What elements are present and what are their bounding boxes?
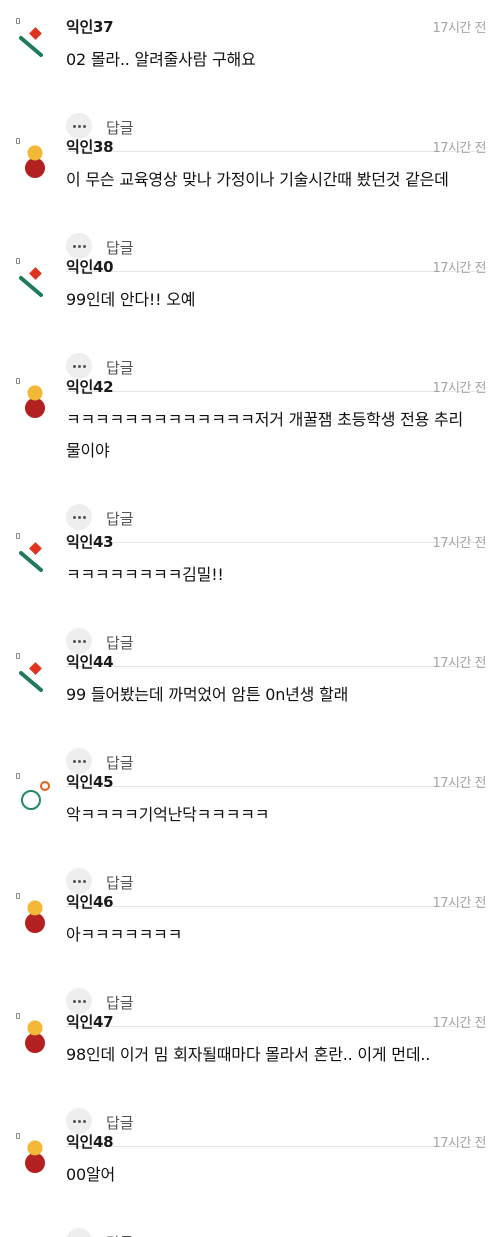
comment-author[interactable]: 익인48 xyxy=(66,1131,114,1152)
comment-text: ㅋㅋㅋㅋㅋㅋㅋㅋ김밀!! xyxy=(66,565,224,584)
yellow-red-figure-icon[interactable] xyxy=(18,1139,52,1173)
comment-time: 17시간 전 xyxy=(432,776,486,791)
comment-author[interactable]: 익인47 xyxy=(66,1011,114,1032)
more-options-button[interactable] xyxy=(66,1228,92,1237)
divider xyxy=(66,906,486,907)
more-options-button[interactable] xyxy=(66,504,92,530)
yellow-red-figure-icon[interactable] xyxy=(18,899,52,933)
comment-time: 17시간 전 xyxy=(432,21,486,36)
dot-icon xyxy=(82,639,86,643)
reply-button[interactable]: 답글 xyxy=(106,237,134,258)
comment-time: 17시간 전 xyxy=(432,261,486,276)
comment-author[interactable]: 익인40 xyxy=(66,256,114,277)
dot-icon xyxy=(82,124,86,128)
comment-time: 17시간 전 xyxy=(432,656,486,671)
comment-time: 17시간 전 xyxy=(432,1016,486,1031)
reply-button[interactable]: 답글 xyxy=(106,632,134,653)
dot-icon xyxy=(77,515,81,519)
comment-author[interactable]: 익인38 xyxy=(66,136,114,157)
dot-icon xyxy=(72,879,76,883)
comment-text: 이 무슨 교육영상 맞나 가정이나 기술시간때 봤던것 같은데 xyxy=(66,170,449,189)
yellow-red-figure-icon[interactable] xyxy=(18,1019,52,1053)
divider xyxy=(66,666,486,667)
divider xyxy=(66,542,486,543)
comment-time: 17시간 전 xyxy=(432,141,486,156)
comment-author[interactable]: 익인37 xyxy=(66,16,114,37)
divider xyxy=(66,391,486,392)
dot-icon xyxy=(72,515,76,519)
dot-icon xyxy=(82,879,86,883)
dot-icon xyxy=(82,999,86,1003)
comment-time: 17시간 전 xyxy=(432,896,486,911)
comment-text: 99 들어봤는데 까먹었어 암튼 0n년생 할래 xyxy=(66,685,349,704)
dot-icon xyxy=(72,639,76,643)
dot-icon xyxy=(77,759,81,763)
dot-icon xyxy=(72,244,76,248)
reply-button[interactable]: 답글 xyxy=(106,117,134,138)
divider xyxy=(66,1026,486,1027)
dot-icon xyxy=(72,759,76,763)
yellow-red-figure-icon[interactable] xyxy=(18,144,52,178)
dot-icon xyxy=(82,515,86,519)
green-red-pennant-icon[interactable] xyxy=(18,659,52,693)
comment-author[interactable]: 익인42 xyxy=(66,376,114,397)
divider xyxy=(66,151,486,152)
dot-icon xyxy=(77,244,81,248)
reply-button[interactable]: 답글 xyxy=(106,1232,134,1237)
dot-icon xyxy=(82,1119,86,1123)
dot-icon xyxy=(82,759,86,763)
comment-text: 00알어 xyxy=(66,1165,115,1184)
comment-time: 17시간 전 xyxy=(432,536,486,551)
green-red-pennant-icon[interactable] xyxy=(18,264,52,298)
dot-icon xyxy=(72,124,76,128)
dot-icon xyxy=(72,999,76,1003)
reply-button[interactable]: 답글 xyxy=(106,508,134,529)
dot-icon xyxy=(77,1119,81,1123)
comment-time: 17시간 전 xyxy=(432,1136,486,1151)
comment-text: 악ㅋㅋㅋㅋ기억난닥ㅋㅋㅋㅋㅋ xyxy=(66,805,270,824)
dot-icon xyxy=(77,999,81,1003)
divider xyxy=(66,271,486,272)
comment-time: 17시간 전 xyxy=(432,381,486,396)
comment-author[interactable]: 익인46 xyxy=(66,891,114,912)
comment-text: 02 몰라.. 알려줄사람 구해요 xyxy=(66,50,256,69)
dot-icon xyxy=(72,1119,76,1123)
comment-text: ㅋㅋㅋㅋㅋㅋㅋㅋㅋㅋㅋㅋㅋ저거 개꿀잼 초등학생 전용 추리 물이야 xyxy=(66,410,464,460)
divider xyxy=(66,1146,486,1147)
comment-text: 아ㅋㅋㅋㅋㅋㅋㅋ xyxy=(66,925,183,944)
dot-icon xyxy=(77,124,81,128)
dot-icon xyxy=(72,364,76,368)
yellow-red-figure-icon[interactable] xyxy=(18,384,52,418)
reply-button[interactable]: 답글 xyxy=(106,357,134,378)
reply-button[interactable]: 답글 xyxy=(106,992,134,1013)
green-red-pennant-icon[interactable] xyxy=(18,24,52,58)
dot-icon xyxy=(82,364,86,368)
green-red-pennant-icon[interactable] xyxy=(18,539,52,573)
reply-button[interactable]: 답글 xyxy=(106,872,134,893)
comment-text: 99인데 안다!! 오예 xyxy=(66,290,196,309)
dot-icon xyxy=(82,244,86,248)
divider xyxy=(66,786,486,787)
comment-author[interactable]: 익인45 xyxy=(66,771,114,792)
comment-text: 98인데 이거 밈 회자될때마다 몰라서 혼란.. 이게 먼데.. xyxy=(66,1045,431,1064)
dot-icon xyxy=(77,639,81,643)
reply-button[interactable]: 답글 xyxy=(106,752,134,773)
dot-icon xyxy=(77,879,81,883)
dot-icon xyxy=(77,364,81,368)
green-orange-rings-icon[interactable] xyxy=(18,779,52,813)
comment-author[interactable]: 익인43 xyxy=(66,531,114,552)
reply-button[interactable]: 답글 xyxy=(106,1112,134,1133)
comment-author[interactable]: 익인44 xyxy=(66,651,114,672)
